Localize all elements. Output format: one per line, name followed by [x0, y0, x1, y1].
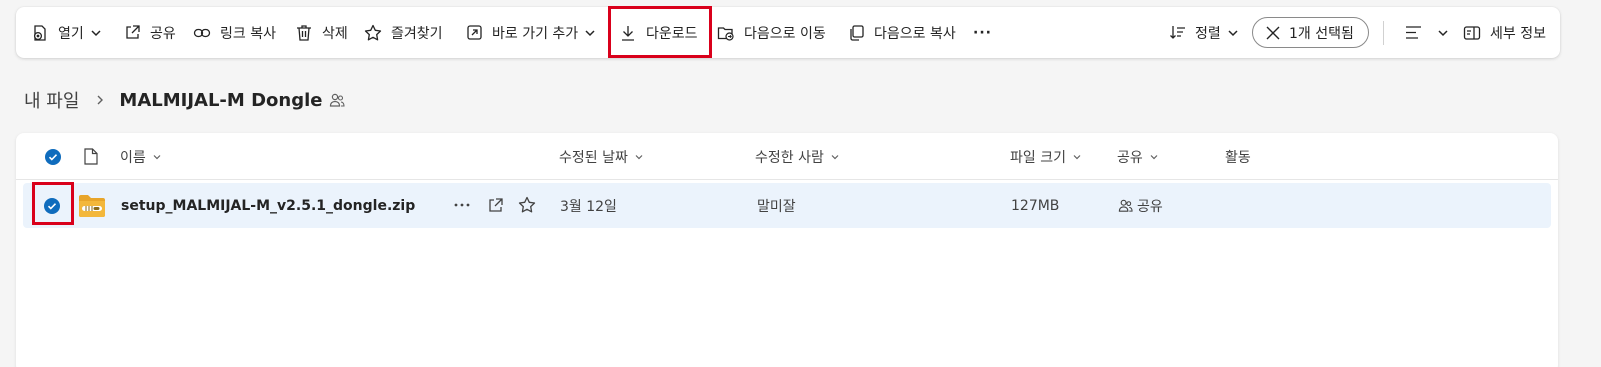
copy-link-label: 링크 복사	[220, 25, 276, 42]
view-options-button[interactable]	[1403, 7, 1449, 58]
download-label: 다운로드	[646, 25, 698, 42]
details-label: 세부 정보	[1490, 25, 1546, 42]
chevron-down-icon	[1150, 154, 1158, 159]
open-icon	[30, 23, 50, 43]
sort-icon	[1167, 23, 1187, 43]
open-button[interactable]: 열기	[30, 7, 102, 58]
chevron-down-icon	[831, 154, 839, 159]
column-header-name[interactable]: 이름	[120, 133, 162, 180]
file-type-column[interactable]	[84, 133, 98, 180]
view-list-icon	[1403, 23, 1423, 43]
share-button[interactable]: 공유	[122, 7, 176, 58]
copy-to-button[interactable]: 다음으로 복사	[846, 7, 956, 58]
chevron-right-icon	[97, 95, 104, 105]
share-icon	[122, 23, 142, 43]
delete-button[interactable]: 삭제	[294, 7, 348, 58]
more-horizontal-icon	[454, 203, 470, 207]
activity-column-label: 활동	[1225, 149, 1251, 166]
breadcrumb-my-files[interactable]: 내 파일	[24, 87, 79, 113]
delete-label: 삭제	[322, 25, 348, 42]
modified-by-name[interactable]: 말미잘	[757, 183, 796, 228]
file-list: 이름 수정된 날짜 수정한 사람 파일 크기 공유 활동 setup_MALMI…	[16, 133, 1558, 367]
favorite-button[interactable]: 즐겨찾기	[363, 7, 443, 58]
select-all-checkbox[interactable]	[45, 133, 61, 180]
chevron-down-icon	[1073, 154, 1081, 159]
row-more-actions-button[interactable]	[452, 195, 472, 215]
add-shortcut-button[interactable]: 바로 가기 추가	[464, 7, 596, 58]
chevron-down-icon	[1438, 29, 1448, 36]
trash-icon	[294, 23, 314, 43]
more-options-button[interactable]: ···	[973, 7, 992, 58]
share-icon	[488, 197, 503, 212]
selected-count-label: 1개 선택됨	[1289, 25, 1354, 42]
row-favorite-button[interactable]	[517, 195, 537, 215]
chevron-down-icon	[153, 154, 161, 159]
document-icon	[84, 148, 98, 165]
breadcrumb: 내 파일 MALMIJAL-M Dongle	[24, 86, 346, 114]
toolbar-divider	[1383, 21, 1384, 45]
clear-selection-button[interactable]: 1개 선택됨	[1252, 17, 1369, 48]
size-column-label: 파일 크기	[1010, 149, 1066, 166]
shared-people-icon	[1118, 199, 1133, 212]
sharing-label: 공유	[1137, 198, 1163, 215]
zip-file-icon	[79, 194, 105, 217]
move-folder-icon	[716, 23, 736, 43]
column-header-activity: 활동	[1225, 133, 1251, 180]
open-label: 열기	[58, 25, 84, 42]
row-share-button[interactable]	[485, 195, 505, 215]
column-header-modified-by[interactable]: 수정한 사람	[755, 133, 840, 180]
breadcrumb-current-folder: MALMIJAL-M Dongle	[119, 89, 323, 111]
file-name-link[interactable]: setup_MALMIJAL-M_v2.5.1_dongle.zip	[121, 183, 415, 228]
file-size: 127MB	[1011, 197, 1060, 214]
sort-button[interactable]: 정렬	[1167, 7, 1239, 58]
close-icon	[1266, 26, 1280, 39]
move-to-button[interactable]: 다음으로 이동	[716, 7, 826, 58]
share-label: 공유	[150, 25, 176, 42]
zip-folder-icon-cell	[78, 183, 106, 228]
favorite-label: 즐겨찾기	[391, 25, 443, 42]
move-to-label: 다음으로 이동	[744, 25, 826, 42]
copy-to-label: 다음으로 복사	[874, 25, 956, 42]
chevron-down-icon	[91, 29, 101, 36]
details-pane-icon	[1462, 23, 1482, 43]
name-column-label: 이름	[120, 149, 146, 166]
check-circle-icon	[44, 197, 60, 214]
shortcut-icon	[464, 23, 484, 43]
chevron-down-icon	[635, 154, 643, 159]
modified-date: 3월 12일	[560, 198, 617, 215]
download-icon	[618, 23, 638, 43]
modified-by-column-label: 수정한 사람	[755, 149, 824, 166]
sharing-status[interactable]: 공유	[1118, 183, 1163, 228]
command-bar: 열기 공유 링크 복사 삭제 즐겨찾기 바로 가기 추가 다운로드 다음으로 이…	[16, 7, 1560, 58]
sharing-column-label: 공유	[1117, 149, 1143, 166]
check-circle-icon	[45, 148, 61, 165]
column-header-modified[interactable]: 수정된 날짜	[559, 133, 644, 180]
column-header-sharing[interactable]: 공유	[1117, 133, 1159, 180]
download-button[interactable]: 다운로드	[618, 7, 698, 58]
row-select-checkbox[interactable]	[44, 183, 60, 228]
details-button[interactable]: 세부 정보	[1462, 7, 1546, 58]
link-icon	[192, 23, 212, 43]
sort-label: 정렬	[1195, 25, 1221, 42]
add-shortcut-label: 바로 가기 추가	[492, 25, 579, 42]
shared-people-icon	[330, 93, 346, 107]
table-row[interactable]: setup_MALMIJAL-M_v2.5.1_dongle.zip 3월 12…	[23, 183, 1551, 228]
copy-link-button[interactable]: 링크 복사	[192, 7, 276, 58]
star-icon	[518, 196, 536, 213]
star-icon	[363, 23, 383, 43]
copy-icon	[846, 23, 866, 43]
more-label: ···	[973, 24, 992, 41]
modified-column-label: 수정된 날짜	[559, 149, 628, 166]
chevron-down-icon	[585, 29, 595, 36]
file-list-header: 이름 수정된 날짜 수정한 사람 파일 크기 공유 활동	[16, 133, 1558, 180]
column-header-size[interactable]: 파일 크기	[1010, 133, 1082, 180]
chevron-down-icon	[1228, 29, 1238, 36]
